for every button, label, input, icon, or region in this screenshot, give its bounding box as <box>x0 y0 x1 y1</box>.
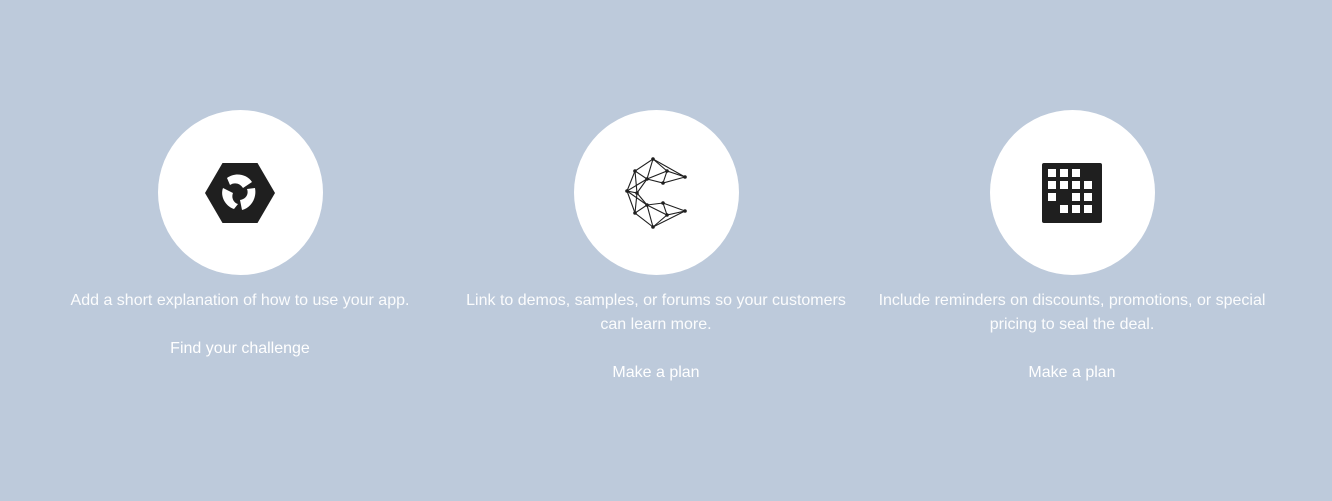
feature-card: Link to demos, samples, or forums so you… <box>448 110 864 385</box>
make-a-plan-link[interactable]: Make a plan <box>1028 361 1115 385</box>
pixel-grid-icon <box>1042 162 1102 223</box>
feature-description: Include reminders on discounts, promotio… <box>878 292 1266 333</box>
features-section: Add a short explanation of how to use yo… <box>0 0 1332 501</box>
make-a-plan-link[interactable]: Make a plan <box>612 361 699 385</box>
find-your-challenge-link[interactable]: Find your challenge <box>170 337 310 361</box>
network-c-icon <box>625 156 687 229</box>
feature-description: Link to demos, samples, or forums so you… <box>466 292 846 333</box>
feature-card: Add a short explanation of how to use yo… <box>32 110 448 361</box>
icon-circle <box>157 110 323 275</box>
feature-description: Add a short explanation of how to use yo… <box>70 292 410 309</box>
feature-card: Include reminders on discounts, promotio… <box>864 110 1280 385</box>
icon-circle <box>573 110 739 275</box>
icon-circle <box>989 110 1155 275</box>
hexagon-aperture-icon <box>205 162 275 223</box>
